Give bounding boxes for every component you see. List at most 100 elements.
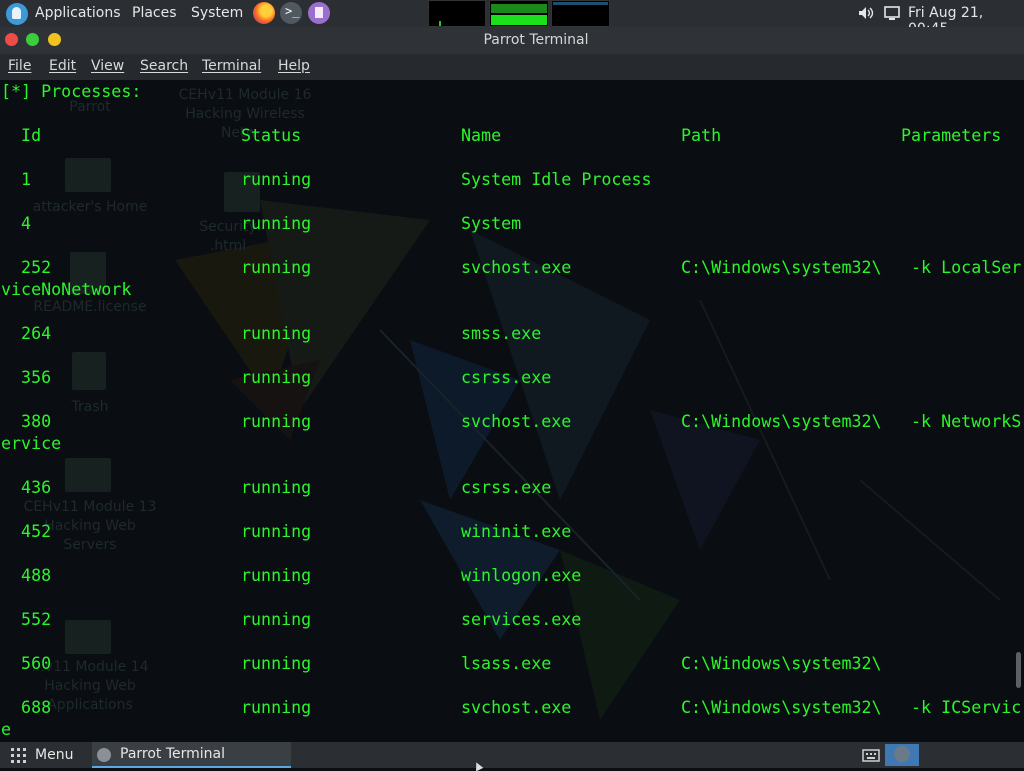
process-name: svchost.exe <box>461 258 572 277</box>
process-status: running <box>241 258 312 277</box>
process-id: 488 <box>1 566 52 585</box>
process-id: 1 <box>1 170 32 189</box>
process-name: services.exe <box>461 610 582 629</box>
process-path <box>681 609 882 631</box>
process-name: wininit.exe <box>461 522 572 541</box>
terminal-output[interactable]: Parrot CEHv11 Module 16 Hacking Wireless… <box>0 80 1024 742</box>
view-menu[interactable]: View <box>91 58 124 74</box>
help-menu[interactable]: Help <box>278 58 310 74</box>
text-editor-icon[interactable] <box>308 2 330 24</box>
process-name: svchost.exe <box>461 412 572 431</box>
process-path <box>681 169 882 191</box>
window-titlebar[interactable]: Parrot Terminal <box>0 27 1024 54</box>
process-id: 380 <box>1 412 52 431</box>
process-id: 252 <box>1 258 52 277</box>
process-params <box>901 169 1021 191</box>
process-path: C:\Windows\system32\ <box>681 258 882 277</box>
process-status: running <box>241 566 312 585</box>
volume-icon[interactable] <box>858 6 874 20</box>
process-path <box>681 323 882 345</box>
process-status: running <box>241 478 312 497</box>
column-header-name: Name <box>461 126 502 145</box>
taskbar-terminal-button[interactable]: Parrot Terminal <box>92 742 291 768</box>
process-path <box>681 521 882 543</box>
process-status: running <box>241 654 312 673</box>
terminal-menu[interactable]: Terminal <box>202 58 261 74</box>
firefox-icon[interactable] <box>253 2 275 24</box>
process-status: running <box>241 522 312 541</box>
process-status: running <box>241 412 312 431</box>
file-menu[interactable]: File <box>8 58 31 74</box>
process-status: running <box>241 170 312 189</box>
terminal-column-name: Name System Idle Process System svchost.… <box>461 81 652 742</box>
search-menu[interactable]: Search <box>140 58 188 74</box>
process-params <box>901 521 1021 543</box>
applications-menu[interactable]: Applications <box>35 5 121 21</box>
process-name: winlogon.exe <box>461 566 582 585</box>
process-path: C:\Windows\system32\ <box>681 412 882 431</box>
process-id: 452 <box>1 522 52 541</box>
process-name: lsass.exe <box>461 654 552 673</box>
process-path: C:\Windows\system32\ <box>681 698 882 717</box>
terminal-launcher-icon[interactable]: >_ <box>280 2 302 24</box>
bottom-panel: Menu Parrot Terminal <box>0 742 1024 768</box>
scrollbar[interactable] <box>1016 652 1021 688</box>
display-icon[interactable] <box>884 6 900 20</box>
system-menu[interactable]: System <box>191 5 243 21</box>
process-params-wrap: ervice <box>1 434 62 453</box>
menu-button[interactable]: Menu <box>35 747 73 763</box>
places-menu[interactable]: Places <box>132 5 177 21</box>
process-status: running <box>241 324 312 343</box>
process-params: -k NetworkS <box>901 412 1022 431</box>
process-id: 560 <box>1 654 52 673</box>
process-status: running <box>241 368 312 387</box>
menu-grid-icon[interactable] <box>11 748 27 764</box>
process-id: 356 <box>1 368 52 387</box>
window-title: Parrot Terminal <box>483 32 589 48</box>
edit-menu[interactable]: Edit <box>49 58 76 74</box>
tray-terminal-icon[interactable] <box>885 744 919 766</box>
process-name: csrss.exe <box>461 368 552 387</box>
keyboard-icon[interactable] <box>862 748 880 763</box>
parrot-logo-icon[interactable] <box>6 3 28 25</box>
